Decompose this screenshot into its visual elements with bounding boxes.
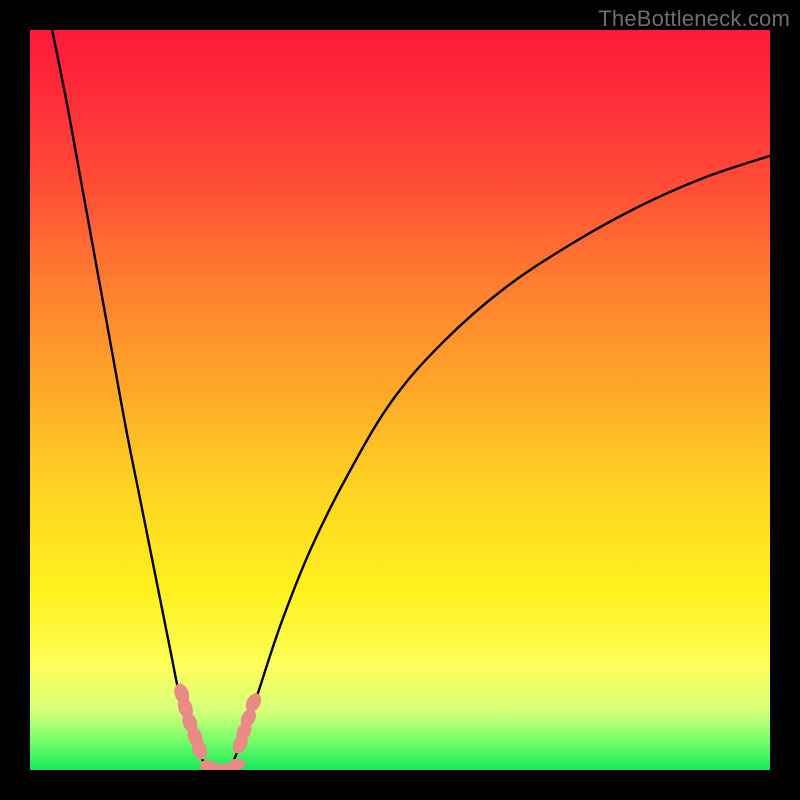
curve-right [230,156,770,770]
plot-area [30,30,770,770]
chart-svg [30,30,770,770]
marker-blobs [172,682,265,770]
marker-blob [229,758,245,769]
curve-left [52,30,207,770]
attribution-label: TheBottleneck.com [598,6,790,32]
chart-frame: TheBottleneck.com [0,0,800,800]
